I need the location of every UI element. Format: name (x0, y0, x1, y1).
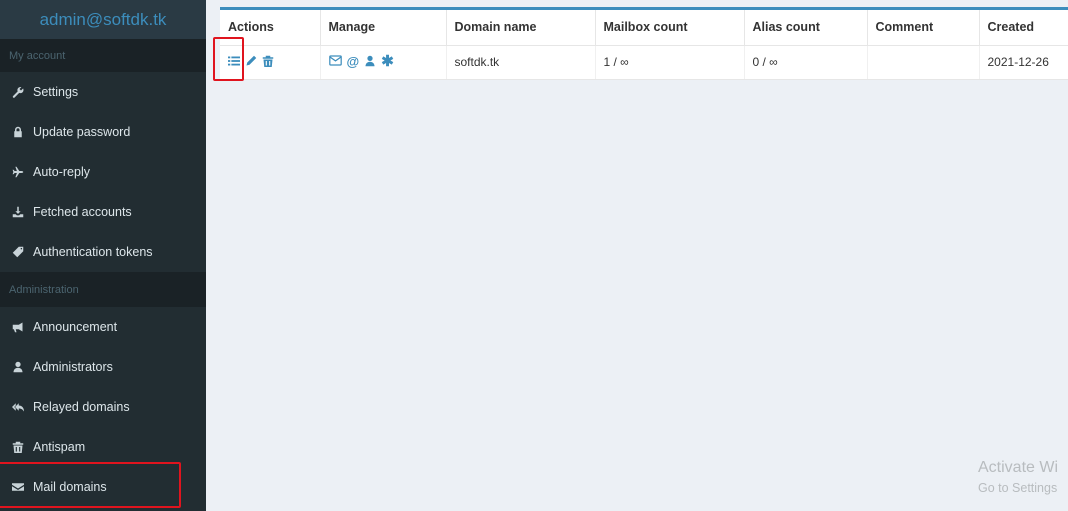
sidebar-item-relayed-domains[interactable]: Relayed domains (0, 387, 206, 427)
column-header-manage: Manage (320, 10, 447, 46)
comment-cell (867, 45, 980, 80)
sidebar-item-antispam[interactable]: Antispam (0, 427, 206, 467)
main-content: Actions Manage Domain name Mailbox count… (206, 0, 1068, 511)
column-header-alias-count[interactable]: Alias count (744, 10, 868, 46)
watermark-line2: Go to Settings (978, 481, 1058, 495)
sidebar-item-label: Update password (33, 125, 131, 139)
sidebar-item-announcement[interactable]: Announcement (0, 307, 206, 347)
sidebar-item-label: Auto-reply (33, 165, 90, 179)
column-header-domain-name[interactable]: Domain name (446, 10, 596, 46)
sidebar-item-administrators[interactable]: Administrators (0, 347, 206, 387)
sidebar-item-label: Authentication tokens (33, 245, 153, 259)
sidebar: admin@softdk.tk My account Settings Upda… (0, 0, 206, 511)
created-cell: 2021-12-26 (979, 45, 1068, 80)
sidebar-item-label: Relayed domains (33, 400, 130, 414)
list-icon-highlight (213, 37, 244, 81)
sidebar-item-label: Antispam (33, 440, 86, 454)
sidebar-item-update-password[interactable]: Update password (0, 112, 206, 152)
mailbox-count-cell: 1 / ∞ (595, 45, 745, 80)
user-icon[interactable] (364, 55, 376, 70)
at-icon[interactable]: @ (347, 55, 360, 68)
column-header-comment[interactable]: Comment (867, 10, 980, 46)
sidebar-item-label: Settings (33, 85, 79, 99)
alias-count-cell: 0 / ∞ (744, 45, 868, 80)
plane-icon (11, 165, 25, 179)
sidebar-header: admin@softdk.tk (0, 0, 206, 39)
trash-icon[interactable] (262, 55, 274, 70)
lock-icon (11, 125, 25, 139)
account-name: admin@softdk.tk (39, 9, 167, 29)
sidebar-item-label: Announcement (33, 320, 118, 334)
download-icon (11, 205, 25, 219)
sidebar-item-label: Fetched accounts (33, 205, 132, 219)
domains-table-box: Actions Manage Domain name Mailbox count… (220, 7, 1068, 80)
domains-table: Actions Manage Domain name Mailbox count… (220, 10, 1068, 80)
column-header-created[interactable]: Created (979, 10, 1068, 46)
manage-cell: @ ✱ (320, 45, 447, 80)
sidebar-item-settings[interactable]: Settings (0, 72, 206, 112)
section-label-administration: Administration (0, 272, 206, 307)
column-header-mailbox-count[interactable]: Mailbox count (595, 10, 745, 46)
wrench-icon (11, 85, 25, 99)
trash-icon (11, 440, 25, 454)
section-label-my-account: My account (0, 39, 206, 72)
bullhorn-icon (11, 320, 25, 334)
sidebar-item-auto-reply[interactable]: Auto-reply (0, 152, 206, 192)
asterisk-icon[interactable]: ✱ (381, 54, 394, 69)
tag-icon (11, 245, 25, 259)
domain-name-cell[interactable]: softdk.tk (446, 45, 596, 80)
reply-all-icon (11, 400, 25, 414)
pencil-icon[interactable] (245, 55, 257, 70)
table-header-row: Actions Manage Domain name Mailbox count… (220, 10, 1068, 46)
sidebar-item-label: Administrators (33, 360, 113, 374)
table-row: @ ✱ softdk.tk 1 / ∞ 0 / ∞ 2021-12-26 (220, 45, 1068, 80)
mail-domains-highlight (0, 462, 181, 508)
sidebar-item-fetched-accounts[interactable]: Fetched accounts (0, 192, 206, 232)
envelope-outline-icon[interactable] (328, 55, 342, 69)
user-icon (11, 360, 25, 374)
watermark-line1: Activate Wi (978, 459, 1059, 476)
activate-windows-watermark: Activate Wi Go to Settings (978, 459, 1058, 495)
sidebar-item-authentication-tokens[interactable]: Authentication tokens (0, 232, 206, 272)
